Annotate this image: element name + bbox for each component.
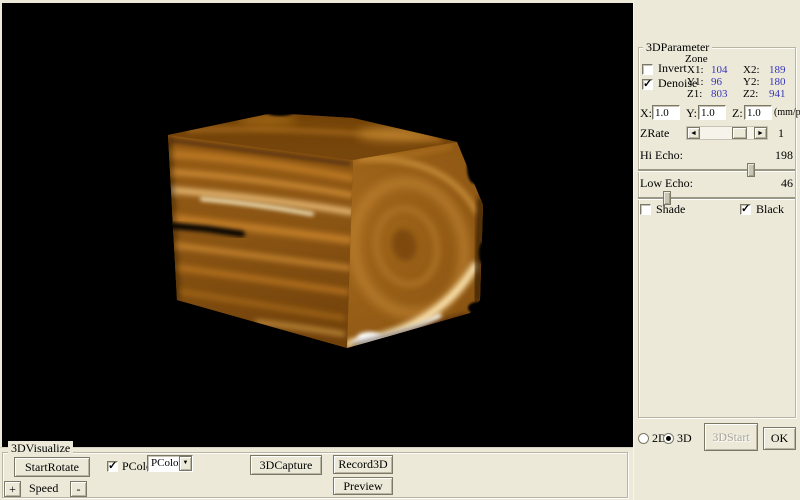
invert-checkbox[interactable]: [642, 64, 653, 75]
preview-button[interactable]: Preview: [333, 477, 393, 495]
scale-y-label: Y:: [686, 106, 697, 121]
scroll-left-icon: ◄: [690, 129, 697, 137]
dropdown-arrow-button[interactable]: ▼: [179, 456, 192, 471]
hi-echo-slider-thumb[interactable]: [747, 163, 755, 177]
record-button[interactable]: Record3D: [333, 455, 393, 474]
zone-x2-label: X2:: [743, 65, 769, 76]
hi-echo-value: 198: [760, 148, 793, 163]
scale-z-label: Z:: [732, 106, 743, 121]
radio-dot-icon: [666, 436, 671, 441]
visualize-group-title: 3DVisualize: [8, 441, 73, 456]
zone-y1-value: 96: [711, 77, 743, 88]
invert-label: Invert: [658, 61, 687, 76]
mode-3d-label: 3D: [677, 431, 692, 446]
zone-z2-value: 941: [769, 89, 799, 100]
mode-3d-radio[interactable]: [663, 433, 674, 444]
pcolor-checkbox[interactable]: ✓: [107, 461, 118, 472]
zone-y1-label: Y1:: [687, 77, 711, 88]
check-icon: ✓: [643, 77, 652, 90]
mode-2d-radio[interactable]: [638, 433, 649, 444]
zone-z2-label: Z2:: [743, 89, 769, 100]
check-icon: ✓: [108, 459, 117, 472]
start-rotate-button[interactable]: StartRotate: [14, 457, 90, 477]
scale-y-input[interactable]: [698, 105, 726, 120]
zone-x2-value: 189: [769, 65, 799, 76]
chevron-down-icon: ▼: [183, 460, 189, 466]
render-viewport[interactable]: [2, 3, 633, 447]
zrate-scroll-left-button[interactable]: ◄: [687, 127, 700, 139]
scale-unit-label: (mm/p): [774, 107, 800, 118]
zone-z1-label: Z1:: [687, 89, 711, 100]
denoise-checkbox[interactable]: ✓: [642, 79, 653, 90]
speed-plus-button[interactable]: +: [4, 481, 21, 497]
zone-y2-value: 180: [769, 77, 799, 88]
scale-z-input[interactable]: [744, 105, 772, 120]
check-icon: ✓: [741, 202, 750, 215]
low-echo-value: 46: [760, 176, 793, 191]
pcolor-dropdown[interactable]: PColor ▼: [147, 455, 193, 472]
low-echo-slider-track[interactable]: [638, 197, 795, 199]
parameter-groupbox: [638, 47, 796, 418]
black-checkbox[interactable]: ✓: [740, 204, 751, 215]
shade-checkbox[interactable]: [640, 204, 651, 215]
pcolor-dropdown-value: PColor: [151, 457, 182, 469]
hi-echo-slider-track[interactable]: [638, 169, 795, 171]
low-echo-label: Low Echo:: [640, 176, 693, 191]
black-label: Black: [756, 202, 784, 217]
zone-y2-label: Y2:: [743, 77, 769, 88]
zone-x1-label: X1:: [687, 65, 711, 76]
scale-x-input[interactable]: [652, 105, 680, 120]
zrate-scrollbar-thumb[interactable]: [732, 127, 747, 139]
zone-x1-value: 104: [711, 65, 743, 76]
3d-volume-render: [147, 98, 497, 368]
zrate-scrollbar[interactable]: ◄ ►: [686, 126, 768, 140]
capture-button[interactable]: 3DCapture: [250, 455, 322, 475]
ok-button[interactable]: OK: [763, 427, 796, 450]
speed-minus-button[interactable]: -: [70, 481, 87, 497]
zrate-label: ZRate: [640, 126, 669, 141]
scale-x-label: X:: [640, 106, 652, 121]
zone-z1-value: 803: [711, 89, 743, 100]
hi-echo-label: Hi Echo:: [640, 148, 683, 163]
start3d-button[interactable]: 3DStart: [704, 423, 758, 451]
scroll-right-icon: ►: [757, 129, 764, 137]
zone-grid: X1: 104 X2: 189 Y1: 96 Y2: 180 Z1: 803 Z…: [687, 65, 799, 100]
parameter-group-title: 3DParameter: [643, 40, 712, 55]
zrate-scroll-right-button[interactable]: ►: [754, 127, 767, 139]
zrate-value: 1: [778, 126, 784, 141]
shade-label: Shade: [656, 202, 685, 217]
speed-label: Speed: [29, 481, 58, 496]
